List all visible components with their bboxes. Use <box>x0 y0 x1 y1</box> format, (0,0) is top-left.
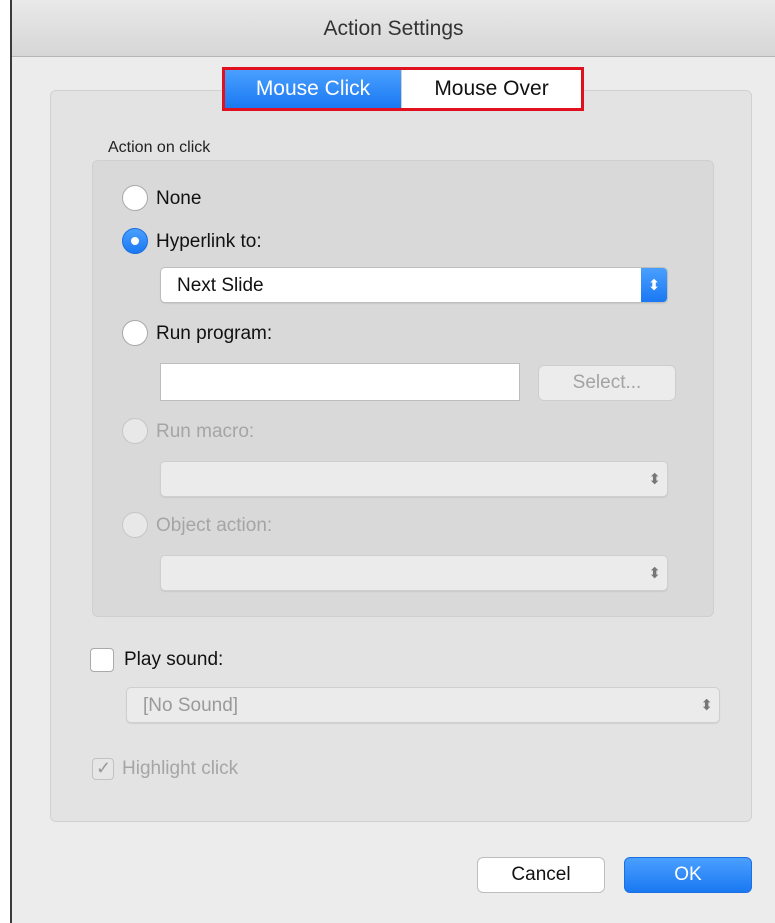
hyperlink-radio[interactable] <box>122 228 148 254</box>
action-on-click-heading: Action on click <box>108 139 211 156</box>
checkmark-icon: ✓ <box>96 758 112 778</box>
run-program-label: Run program: <box>156 323 273 344</box>
object-action-select[interactable]: ⬍ <box>160 555 668 591</box>
dialog-title: Action Settings <box>323 17 464 40</box>
sound-select-value: [No Sound] <box>143 695 239 716</box>
object-action-radio[interactable] <box>122 512 148 538</box>
up-down-chevron-icon: ⬍ <box>648 565 661 582</box>
highlight-click-checkbox[interactable]: ✓ <box>92 758 114 780</box>
highlight-click-label: Highlight click <box>122 758 239 779</box>
tab-strip: Mouse Click Mouse Over <box>222 67 584 111</box>
run-macro-select[interactable]: ⬍ <box>160 461 668 497</box>
run-macro-radio[interactable] <box>122 418 148 444</box>
play-sound-label: Play sound: <box>124 649 224 670</box>
hyperlink-select-value: Next Slide <box>177 275 264 296</box>
cancel-button[interactable]: Cancel <box>477 857 605 893</box>
ok-button[interactable]: OK <box>624 857 752 893</box>
run-program-radio[interactable] <box>122 320 148 346</box>
run-macro-label: Run macro: <box>156 421 255 442</box>
action-settings-dialog: Action Settings Mouse Click Mouse Over A… <box>10 0 775 923</box>
object-action-label: Object action: <box>156 515 273 536</box>
title-bar: Action Settings <box>12 0 775 57</box>
up-down-chevron-icon: ⬍ <box>648 471 661 488</box>
sound-select[interactable]: [No Sound] ⬍ <box>126 687 720 723</box>
hyperlink-select[interactable]: Next Slide ⬍ <box>160 267 668 303</box>
hyperlink-label: Hyperlink to: <box>156 231 262 252</box>
run-program-input[interactable] <box>160 363 520 401</box>
tab-mouse-click[interactable]: Mouse Click <box>225 70 401 108</box>
tab-mouse-over[interactable]: Mouse Over <box>401 70 581 108</box>
up-down-chevron-icon: ⬍ <box>641 268 667 302</box>
select-program-button[interactable]: Select... <box>538 365 676 401</box>
play-sound-checkbox[interactable] <box>90 648 114 672</box>
none-label: None <box>156 188 202 209</box>
up-down-chevron-icon: ⬍ <box>700 697 713 714</box>
none-radio[interactable] <box>122 185 148 211</box>
